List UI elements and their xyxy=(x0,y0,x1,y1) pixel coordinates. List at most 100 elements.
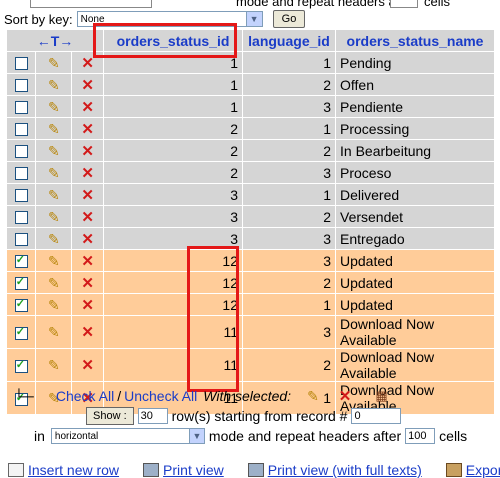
column-header-orders-status-id[interactable]: orders_status_id xyxy=(104,30,242,51)
rows-count-input[interactable]: 30 xyxy=(137,408,168,424)
row-delete-cell[interactable]: ✕ xyxy=(72,316,103,348)
export-selected-icon[interactable]: ▦ xyxy=(375,388,387,404)
row-delete-cell[interactable]: ✕ xyxy=(72,74,103,95)
row-delete-cell[interactable]: ✕ xyxy=(72,162,103,183)
row-delete-cell[interactable]: ✕ xyxy=(72,184,103,205)
column-header-language-id[interactable]: language_id xyxy=(243,30,335,51)
delete-icon[interactable]: ✕ xyxy=(81,100,94,115)
check-all-link[interactable]: Check All xyxy=(56,388,114,404)
row-edit-cell[interactable]: ✎ xyxy=(36,52,72,73)
row-checkbox-cell[interactable] xyxy=(7,74,36,95)
delete-icon[interactable]: ✕ xyxy=(81,298,94,313)
table-row[interactable]: ✎ ✕ 113Download Now Available xyxy=(7,316,494,348)
row-delete-cell[interactable]: ✕ xyxy=(72,96,103,117)
pencil-icon[interactable]: ✎ xyxy=(48,325,60,339)
row-delete-cell[interactable]: ✕ xyxy=(72,52,103,73)
table-row[interactable]: ✎ ✕ 3 1 Delivered xyxy=(7,184,494,205)
row-checkbox[interactable] xyxy=(14,123,28,137)
pencil-icon[interactable]: ✎ xyxy=(48,358,60,372)
row-checkbox[interactable] xyxy=(14,233,28,247)
row-checkbox-cell[interactable] xyxy=(7,184,36,205)
table-row[interactable]: ✎ ✕ 3 2 Versendet xyxy=(7,206,494,227)
row-edit-cell[interactable]: ✎ xyxy=(36,349,72,381)
row-checkbox-cell[interactable] xyxy=(7,140,36,161)
row-checkbox[interactable] xyxy=(14,275,28,291)
row-checkbox-cell[interactable] xyxy=(7,206,36,227)
row-checkbox-cell[interactable] xyxy=(7,228,36,249)
row-checkbox-cell[interactable] xyxy=(7,96,36,117)
table-row[interactable]: ✎ ✕ 123Updated xyxy=(7,250,494,271)
go-button[interactable]: Go xyxy=(272,10,306,28)
table-row[interactable]: ✎ ✕ 1 2 Offen xyxy=(7,74,494,95)
row-delete-cell[interactable]: ✕ xyxy=(72,228,103,249)
table-row[interactable]: ✎ ✕ 1 3 Pendiente xyxy=(7,96,494,117)
row-checkbox-cell[interactable] xyxy=(7,316,36,348)
table-row[interactable]: ✎ ✕ 3 3 Entregado xyxy=(7,228,494,249)
uncheck-all-link[interactable]: Uncheck All xyxy=(124,388,197,404)
pencil-icon[interactable]: ✎ xyxy=(48,188,60,202)
delete-icon[interactable]: ✕ xyxy=(81,56,94,71)
pencil-icon[interactable]: ✎ xyxy=(48,144,60,158)
row-checkbox-cell[interactable] xyxy=(7,118,36,139)
start-record-input[interactable]: 0 xyxy=(351,408,402,424)
row-delete-cell[interactable]: ✕ xyxy=(72,118,103,139)
row-delete-cell[interactable]: ✕ xyxy=(72,206,103,227)
table-row[interactable]: ✎ ✕ 2 3 Proceso xyxy=(7,162,494,183)
row-checkbox[interactable] xyxy=(14,189,28,203)
table-row[interactable]: ✎ ✕ 112Download Now Available xyxy=(7,349,494,381)
row-edit-cell[interactable]: ✎ xyxy=(36,118,72,139)
pencil-icon[interactable]: ✎ xyxy=(48,276,60,290)
mode-select-top[interactable] xyxy=(30,0,152,8)
row-checkbox-cell[interactable] xyxy=(7,294,36,315)
delete-icon[interactable]: ✕ xyxy=(81,254,94,269)
pencil-icon[interactable]: ✎ xyxy=(48,100,60,114)
row-checkbox[interactable] xyxy=(14,79,28,93)
column-header-orders-status-name[interactable]: orders_status_name xyxy=(336,30,494,51)
delete-icon[interactable]: ✕ xyxy=(81,210,94,225)
sort-key-select[interactable]: None ▼ xyxy=(76,11,263,27)
delete-icon[interactable]: ✕ xyxy=(81,166,94,181)
pencil-icon[interactable]: ✎ xyxy=(48,232,60,246)
column-nav-arrows[interactable]: ←T→ xyxy=(7,30,103,51)
row-edit-cell[interactable]: ✎ xyxy=(36,316,72,348)
row-checkbox[interactable] xyxy=(14,101,28,115)
row-checkbox[interactable] xyxy=(14,253,28,269)
pencil-icon[interactable]: ✎ xyxy=(48,298,60,312)
row-edit-cell[interactable]: ✎ xyxy=(36,228,72,249)
row-checkbox-cell[interactable] xyxy=(7,349,36,381)
delete-icon[interactable]: ✕ xyxy=(81,325,94,340)
delete-icon[interactable]: ✕ xyxy=(81,78,94,93)
row-edit-cell[interactable]: ✎ xyxy=(36,184,72,205)
row-delete-cell[interactable]: ✕ xyxy=(72,140,103,161)
row-edit-cell[interactable]: ✎ xyxy=(36,74,72,95)
row-checkbox[interactable] xyxy=(14,211,28,225)
delete-icon[interactable]: ✕ xyxy=(81,232,94,247)
row-delete-cell[interactable]: ✕ xyxy=(72,294,103,315)
top-repeat-input[interactable] xyxy=(390,0,418,8)
display-mode-select[interactable]: horizontal ▼ xyxy=(50,428,205,444)
delete-icon[interactable]: ✕ xyxy=(81,188,94,203)
delete-icon[interactable]: ✕ xyxy=(81,358,94,373)
delete-icon[interactable]: ✕ xyxy=(81,122,94,137)
repeat-headers-input[interactable]: 100 xyxy=(405,428,436,444)
delete-icon[interactable]: ✕ xyxy=(81,276,94,291)
row-checkbox[interactable] xyxy=(14,145,28,159)
table-row[interactable]: ✎ ✕ 2 1 Processing xyxy=(7,118,494,139)
row-edit-cell[interactable]: ✎ xyxy=(36,206,72,227)
row-edit-cell[interactable]: ✎ xyxy=(36,96,72,117)
row-delete-cell[interactable]: ✕ xyxy=(72,272,103,293)
pencil-icon[interactable]: ✎ xyxy=(48,56,60,70)
delete-icon[interactable]: ✕ xyxy=(81,144,94,159)
pencil-icon[interactable]: ✎ xyxy=(48,78,60,92)
row-checkbox-cell[interactable] xyxy=(7,52,36,73)
pencil-icon[interactable]: ✎ xyxy=(48,122,60,136)
table-row[interactable]: ✎ ✕ 2 2 In Bearbeitung xyxy=(7,140,494,161)
edit-selected-icon[interactable]: ✎ xyxy=(307,389,319,403)
pencil-icon[interactable]: ✎ xyxy=(48,254,60,268)
row-edit-cell[interactable]: ✎ xyxy=(36,140,72,161)
row-delete-cell[interactable]: ✕ xyxy=(72,250,103,271)
row-edit-cell[interactable]: ✎ xyxy=(36,272,72,293)
row-checkbox[interactable] xyxy=(14,57,28,71)
chevron-down-icon[interactable]: ▼ xyxy=(188,429,204,443)
show-button[interactable]: Show : xyxy=(86,407,134,425)
